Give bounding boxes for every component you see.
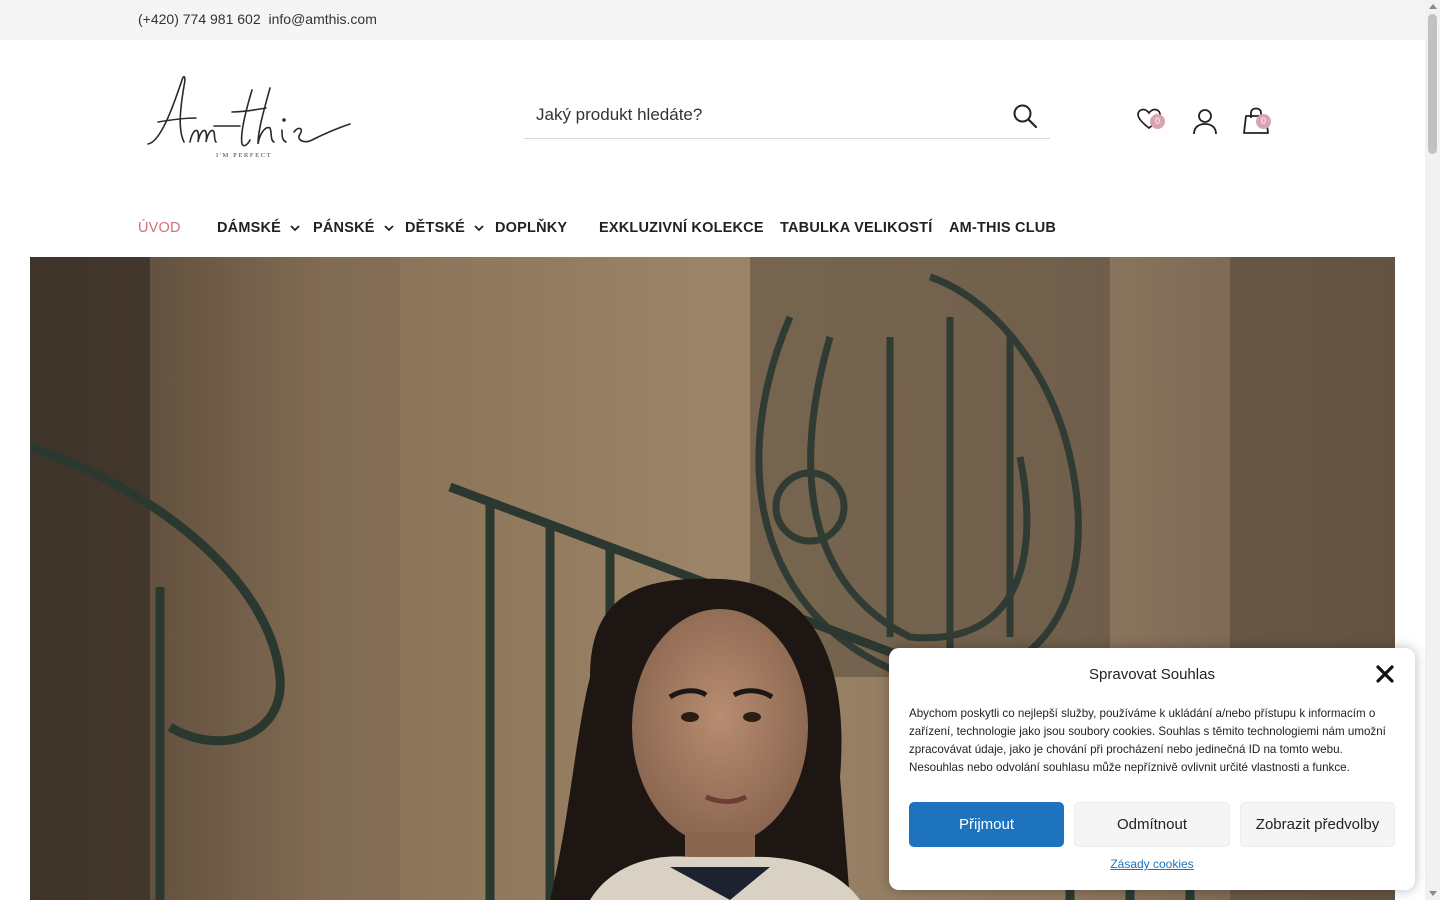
nav-item-exclusive-collection[interactable]: EXKLUZIVNÍ KOLEKCE xyxy=(599,210,764,246)
nav-item-label: DOPLŇKY xyxy=(495,220,568,236)
site-header: I'M PERFECT 0 0 xyxy=(0,40,1425,190)
nav-item-mens[interactable]: PÁNSKÉ xyxy=(313,210,395,246)
cookie-dialog-text: Abychom poskytli co nejlepší služby, pou… xyxy=(909,707,1386,774)
nav-item-accessories[interactable]: DOPLŇKY xyxy=(495,210,567,246)
nav-item-label: ÚVOD xyxy=(138,220,181,236)
page-scrollbar[interactable] xyxy=(1425,0,1440,900)
chevron-down-icon xyxy=(474,225,484,232)
search-button[interactable] xyxy=(1012,103,1038,129)
nav-item-label: TABULKA VELIKOSTÍ xyxy=(780,220,933,236)
phone-number[interactable]: (+420) 774 981 602 xyxy=(138,11,261,27)
scrollbar-thumb[interactable] xyxy=(1428,14,1437,154)
user-icon xyxy=(1193,109,1217,135)
wishlist-count-badge: 0 xyxy=(1150,114,1165,129)
cookie-policy-link[interactable]: Zásady cookies xyxy=(889,857,1415,871)
nav-item-label: DĚTSKÉ xyxy=(405,220,466,236)
close-icon xyxy=(1376,665,1394,683)
close-button[interactable] xyxy=(1375,664,1395,684)
scroll-up-arrow-icon[interactable] xyxy=(1429,4,1437,9)
cookie-dialog-title: Spravovat Souhlas xyxy=(1089,666,1215,683)
email-address[interactable]: info@amthis.com xyxy=(269,11,377,27)
top-contact-bar: (+420) 774 981 602 info@amthis.com xyxy=(0,0,1425,40)
site-logo[interactable]: I'M PERFECT xyxy=(144,70,356,160)
logo-tagline: I'M PERFECT xyxy=(216,152,272,159)
nav-item-size-chart[interactable]: TABULKA VELIKOSTÍ xyxy=(780,210,932,246)
search-bar xyxy=(524,92,1050,139)
chevron-down-icon xyxy=(384,225,394,232)
wishlist-button[interactable]: 0 xyxy=(1137,108,1165,134)
cart-button[interactable]: 0 xyxy=(1243,107,1271,135)
cookie-consent-dialog: Spravovat Souhlas Abychom poskytli co ne… xyxy=(889,648,1415,890)
nav-item-label: EXKLUZIVNÍ KOLEKCE xyxy=(599,220,764,236)
nav-item-label: PÁNSKÉ xyxy=(313,220,375,236)
nav-item-label: AM-THIS CLUB xyxy=(949,220,1057,236)
cart-count-badge: 0 xyxy=(1256,114,1271,129)
view-preferences-button[interactable]: Zobrazit předvolby xyxy=(1240,802,1395,847)
logo-script-image: I'M PERFECT xyxy=(147,75,351,159)
chevron-down-icon xyxy=(290,225,300,232)
nav-item-club[interactable]: AM-THIS CLUB xyxy=(949,210,1056,246)
scroll-down-arrow-icon[interactable] xyxy=(1429,891,1437,896)
deny-cookies-button[interactable]: Odmítnout xyxy=(1074,802,1230,847)
nav-item-home[interactable]: ÚVOD xyxy=(138,210,181,246)
nav-item-label: DÁMSKÉ xyxy=(217,220,282,236)
accept-cookies-button[interactable]: Přijmout xyxy=(909,802,1064,847)
nav-item-kids[interactable]: DĚTSKÉ xyxy=(405,210,485,246)
search-input[interactable] xyxy=(536,102,996,128)
account-button[interactable] xyxy=(1192,108,1220,136)
search-icon xyxy=(1013,104,1038,129)
contact-info: (+420) 774 981 602 info@amthis.com xyxy=(138,11,381,27)
nav-item-womens[interactable]: DÁMSKÉ xyxy=(217,210,301,246)
